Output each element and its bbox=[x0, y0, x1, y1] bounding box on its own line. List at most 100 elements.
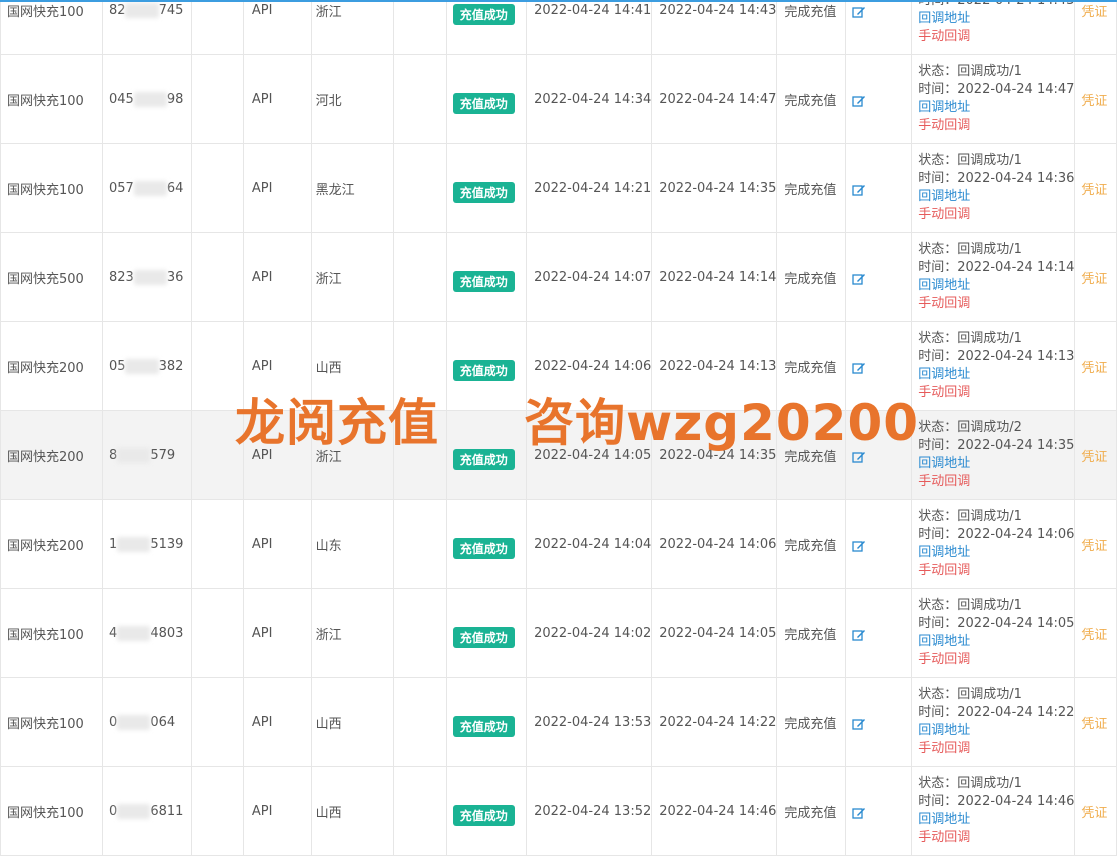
proof-link[interactable]: 凭证 bbox=[1081, 717, 1107, 732]
callback-cell: 状态：回调成功/1 时间：2022-04-24 14:13 回调地址 手动回调 bbox=[911, 321, 1076, 411]
edit-icon[interactable] bbox=[852, 273, 866, 289]
callback-cell: 状态：回调成功/1时间：2022-04-24 14:43回调地址手动回调 bbox=[911, 0, 1076, 55]
proof-link[interactable]: 凭证 bbox=[1081, 806, 1107, 821]
callback-time: 时间：2022-04-24 14:36 bbox=[918, 171, 1075, 186]
proof-cell: 凭证 bbox=[1074, 143, 1117, 233]
source-cell: API bbox=[242, 143, 312, 233]
account-prefix: 057 bbox=[108, 180, 134, 196]
callback-address-link[interactable]: 回调地址 bbox=[918, 277, 1074, 295]
source-cell: API bbox=[242, 232, 312, 322]
result-cell: 完成充值 bbox=[776, 143, 846, 233]
order-time-cell: 2022-04-24 14:21 bbox=[526, 143, 653, 233]
empty-cell bbox=[190, 232, 244, 322]
callback-address-link[interactable]: 回调地址 bbox=[918, 544, 1074, 562]
callback-status: 状态：回调成功/1 bbox=[918, 331, 1022, 346]
account-cell: 80000579 bbox=[101, 410, 192, 500]
callback-address-link[interactable]: 回调地址 bbox=[918, 455, 1074, 473]
proof-cell: 凭证 bbox=[1074, 766, 1117, 856]
edit-icon[interactable] bbox=[852, 95, 866, 111]
callback-status: 状态：回调成功/1 bbox=[918, 598, 1022, 613]
callback-status: 状态：回调成功/2 bbox=[918, 420, 1022, 435]
status-badge: 充值成功 bbox=[452, 92, 515, 114]
callback-address-link[interactable]: 回调地址 bbox=[918, 366, 1074, 384]
manual-callback-link[interactable]: 手动回调 bbox=[918, 384, 1074, 402]
edit-icon[interactable] bbox=[852, 184, 866, 200]
callback-time: 时间：2022-04-24 14:06 bbox=[918, 527, 1075, 542]
product-cell: 国网快充100 bbox=[0, 0, 103, 55]
proof-link[interactable]: 凭证 bbox=[1081, 361, 1107, 376]
empty-cell bbox=[190, 143, 244, 233]
proof-link[interactable]: 凭证 bbox=[1081, 5, 1107, 20]
manual-callback-link[interactable]: 手动回调 bbox=[918, 651, 1074, 669]
order-time-cell: 2022-04-24 13:52 bbox=[526, 766, 653, 856]
edit-cell bbox=[844, 677, 913, 767]
account-prefix: 8 bbox=[108, 447, 118, 463]
proof-link[interactable]: 凭证 bbox=[1081, 94, 1107, 109]
status-badge: 充值成功 bbox=[452, 270, 515, 292]
account-cell: 045000098 bbox=[101, 54, 192, 144]
empty-cell bbox=[393, 232, 447, 322]
account-prefix: 05 bbox=[108, 358, 126, 374]
proof-cell: 凭证 bbox=[1074, 54, 1117, 144]
proof-link[interactable]: 凭证 bbox=[1081, 183, 1107, 198]
product-cell: 国网快充100 bbox=[0, 143, 103, 233]
proof-link[interactable]: 凭证 bbox=[1081, 272, 1107, 287]
manual-callback-link[interactable]: 手动回调 bbox=[918, 206, 1074, 224]
empty-cell bbox=[190, 766, 244, 856]
account-masked: 0000 bbox=[117, 803, 151, 819]
status-cell: 充值成功 bbox=[445, 0, 528, 55]
account-cell: 400004803 bbox=[101, 588, 192, 678]
source-cell: API bbox=[242, 499, 312, 589]
status-cell: 充值成功 bbox=[445, 499, 528, 589]
empty-cell bbox=[393, 499, 447, 589]
callback-address-link[interactable]: 回调地址 bbox=[918, 811, 1074, 829]
account-masked: 0000 bbox=[117, 714, 151, 730]
manual-callback-link[interactable]: 手动回调 bbox=[918, 117, 1074, 135]
callback-address-link[interactable]: 回调地址 bbox=[918, 10, 1074, 28]
edit-icon[interactable] bbox=[852, 362, 866, 378]
manual-callback-link[interactable]: 手动回调 bbox=[918, 740, 1074, 758]
source-cell: API bbox=[242, 766, 312, 856]
manual-callback-link[interactable]: 手动回调 bbox=[918, 295, 1074, 313]
result-cell: 完成充值 bbox=[776, 54, 846, 144]
callback-address-link[interactable]: 回调地址 bbox=[918, 99, 1074, 117]
proof-cell: 凭证 bbox=[1074, 588, 1117, 678]
edit-icon[interactable] bbox=[852, 629, 866, 645]
manual-callback-link[interactable]: 手动回调 bbox=[918, 473, 1074, 491]
status-badge: 充值成功 bbox=[452, 3, 515, 25]
edit-icon[interactable] bbox=[852, 6, 866, 22]
callback-address-link[interactable]: 回调地址 bbox=[918, 722, 1074, 740]
proof-link[interactable]: 凭证 bbox=[1081, 539, 1107, 554]
callback-address-link[interactable]: 回调地址 bbox=[918, 633, 1074, 651]
account-cell: 000006811 bbox=[101, 766, 192, 856]
account-cell: 820000745 bbox=[101, 0, 192, 55]
product-cell: 国网快充100 bbox=[0, 54, 103, 144]
account-suffix: 5139 bbox=[150, 536, 184, 552]
callback-cell: 状态：回调成功/1 时间：2022-04-24 14:14 回调地址 手动回调 bbox=[911, 232, 1076, 322]
account-suffix: 6811 bbox=[150, 803, 184, 819]
table-row: 国网快充100820000745API浙江充值成功2022-04-24 14:4… bbox=[0, 0, 1117, 55]
table-row: 国网快充10000000064API山西充值成功2022-04-24 13:53… bbox=[0, 677, 1117, 767]
proof-cell: 凭证 bbox=[1074, 677, 1117, 767]
edit-icon[interactable] bbox=[852, 540, 866, 556]
account-suffix: 98 bbox=[166, 91, 184, 107]
proof-link[interactable]: 凭证 bbox=[1081, 628, 1107, 643]
account-suffix: 382 bbox=[158, 358, 184, 374]
callback-cell: 状态：回调成功/1 时间：2022-04-24 14:47 回调地址 手动回调 bbox=[911, 54, 1076, 144]
callback-cell: 状态：回调成功/1 时间：2022-04-24 14:05 回调地址 手动回调 bbox=[911, 588, 1076, 678]
result-cell: 完成充值 bbox=[776, 677, 846, 767]
manual-callback-link[interactable]: 手动回调 bbox=[918, 562, 1074, 580]
callback-status: 状态：回调成功/1 bbox=[918, 242, 1022, 257]
proof-link[interactable]: 凭证 bbox=[1081, 450, 1107, 465]
manual-callback-link[interactable]: 手动回调 bbox=[918, 829, 1074, 847]
status-badge: 充值成功 bbox=[452, 359, 515, 381]
account-suffix: 4803 bbox=[150, 625, 184, 641]
source-cell: API bbox=[242, 54, 312, 144]
account-masked: 0000 bbox=[133, 269, 167, 285]
edit-icon[interactable] bbox=[852, 718, 866, 734]
edit-cell bbox=[844, 232, 913, 322]
edit-icon[interactable] bbox=[852, 807, 866, 823]
callback-address-link[interactable]: 回调地址 bbox=[918, 188, 1074, 206]
callback-time: 时间：2022-04-24 14:22 bbox=[918, 705, 1075, 720]
manual-callback-link[interactable]: 手动回调 bbox=[918, 28, 1074, 46]
